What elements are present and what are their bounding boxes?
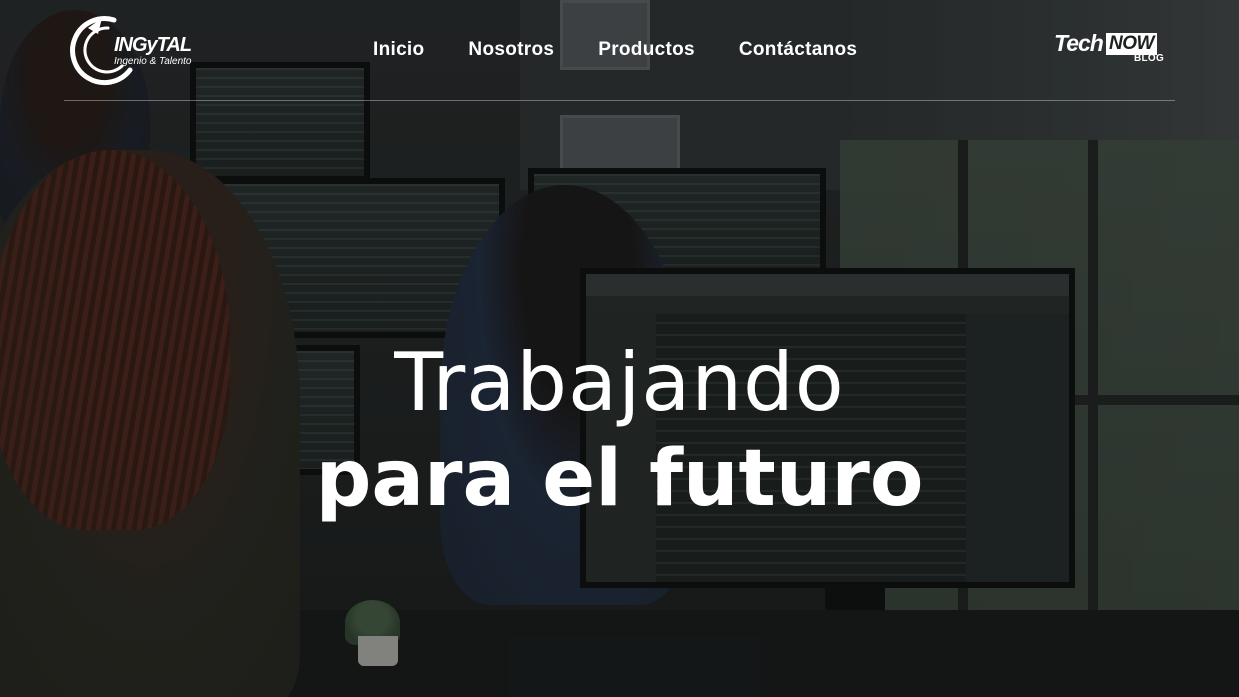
main-nav: Inicio Nosotros Productos Contáctanos (373, 36, 857, 64)
nav-item-inicio[interactable]: Inicio (373, 36, 424, 64)
hero-heading: Trabajando para el futuro (0, 335, 1239, 527)
hero-line-1: Trabajando (394, 336, 845, 429)
hero-line-2: para el futuro (315, 434, 924, 524)
blog-sub-text: BLOG (1134, 53, 1165, 64)
nav-item-productos[interactable]: Productos (598, 36, 695, 64)
blog-now-text: NOW (1106, 33, 1157, 55)
blog-tech-text: Tech (1054, 30, 1104, 56)
nav-item-nosotros[interactable]: Nosotros (468, 36, 554, 64)
nav-item-contactanos[interactable]: Contáctanos (739, 36, 857, 64)
logo-tagline: Ingenio & Talento (114, 56, 192, 67)
site-header: INGyTAL Ingenio & Talento Inicio Nosotro… (64, 0, 1175, 101)
ingytal-logo[interactable]: INGyTAL Ingenio & Talento (68, 12, 192, 88)
logo-name: INGyTAL (114, 34, 192, 56)
technow-blog-link[interactable]: Tech NOW BLOG (1054, 30, 1166, 68)
